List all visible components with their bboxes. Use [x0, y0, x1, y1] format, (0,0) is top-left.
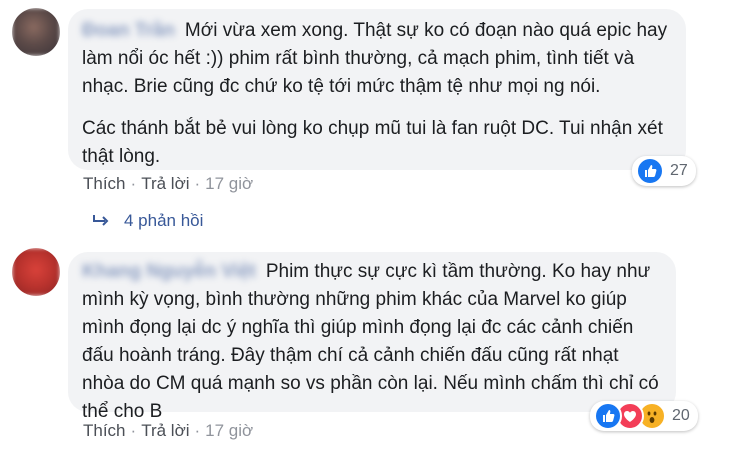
reaction-summary[interactable]: 27 — [632, 156, 696, 186]
separator-dot: · — [130, 421, 137, 440]
like-link[interactable]: Thích — [83, 421, 126, 440]
reaction-count: 27 — [670, 162, 688, 179]
reaction-summary[interactable]: 20 — [590, 401, 698, 431]
comment-author[interactable]: Khang Nguyễn Việt — [82, 258, 256, 286]
comment-author[interactable]: Đoan Trần — [82, 17, 175, 45]
like-icon — [636, 157, 664, 185]
avatar[interactable] — [12, 248, 60, 296]
reply-arrow-icon — [93, 215, 109, 226]
comment-bubble: Khang Nguyễn Việt Phim thực sự cực kì tầm… — [68, 252, 676, 422]
comment-timestamp[interactable]: 17 giờ — [205, 174, 253, 193]
separator-dot: · — [130, 174, 137, 193]
comment-actions: Thích · Trả lời · 17 giờ — [83, 174, 253, 194]
avatar[interactable] — [12, 8, 60, 56]
separator-dot: · — [194, 421, 201, 440]
comment-actions: Thích · Trả lời · 17 giờ — [83, 421, 253, 441]
view-replies-link[interactable]: 4 phản hồi — [92, 211, 203, 231]
like-link[interactable]: Thích — [83, 174, 126, 193]
like-icon — [594, 402, 622, 430]
reaction-count: 20 — [672, 407, 690, 424]
comment-text: Các thánh bắt bẻ vui lòng ko chụp mũ tui… — [82, 118, 663, 167]
comment-timestamp[interactable]: 17 giờ — [205, 421, 253, 440]
comment-bubble: Đoan Trần Mới vừa xem xong. Thật sự ko có… — [68, 9, 686, 170]
reply-link[interactable]: Trả lời — [141, 421, 189, 440]
replies-count-label: 4 phản hồi — [124, 211, 204, 230]
reply-link[interactable]: Trả lời — [141, 174, 189, 193]
separator-dot: · — [194, 174, 201, 193]
